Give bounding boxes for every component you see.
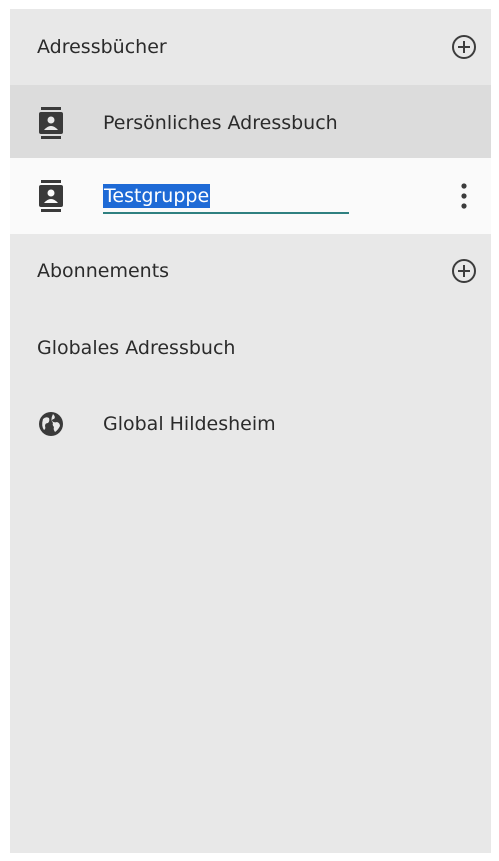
contact-card-icon — [37, 107, 65, 139]
global-addressbook-header: Globales Adressbuch — [10, 310, 491, 386]
add-addressbook-button[interactable] — [451, 34, 477, 60]
contact-card-icon — [37, 180, 65, 212]
plus-circle-icon — [452, 35, 476, 59]
addressbook-item-testgruppe[interactable]: Testgruppe — [10, 158, 491, 234]
addressbook-item-global-hildesheim[interactable]: Global Hildesheim — [10, 386, 491, 462]
addressbook-item-personal[interactable]: Persönliches Adressbuch — [10, 85, 491, 161]
addressbook-item-label: Persönliches Adressbuch — [103, 112, 338, 134]
addressbooks-header: Adressbücher — [10, 9, 491, 85]
rename-field-selected-text[interactable]: Testgruppe — [103, 184, 211, 208]
globe-icon — [37, 410, 65, 438]
addressbook-options-button[interactable] — [459, 181, 469, 211]
addressbook-item-label: Global Hildesheim — [103, 413, 276, 435]
vertical-dots-icon — [461, 183, 467, 209]
add-subscription-button[interactable] — [451, 258, 477, 284]
rename-field[interactable]: Testgruppe — [103, 180, 349, 214]
subscriptions-title: Abonnements — [37, 260, 170, 282]
global-addressbook-title: Globales Adressbuch — [37, 337, 236, 359]
subscriptions-header: Abonnements — [10, 233, 491, 309]
addressbook-sidebar: Adressbücher Persönliches Adressbuch Tes… — [10, 9, 491, 853]
plus-circle-icon — [452, 259, 476, 283]
addressbooks-title: Adressbücher — [37, 36, 167, 58]
